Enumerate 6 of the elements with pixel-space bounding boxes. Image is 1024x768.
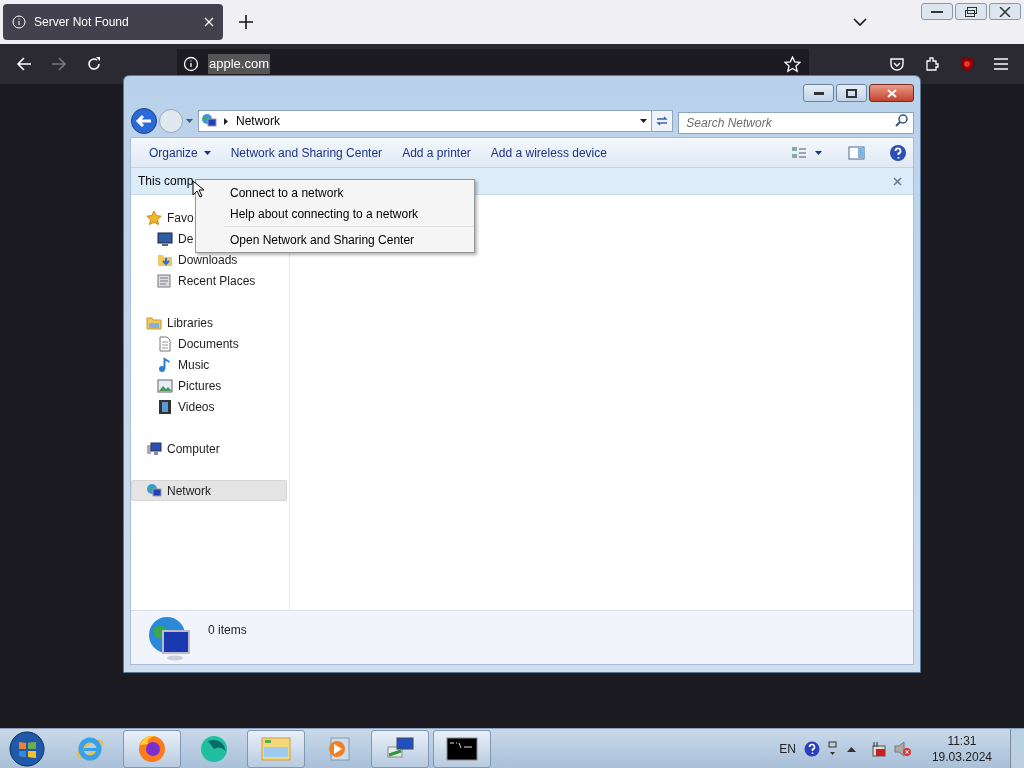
clock-date: 19.03.2024: [931, 748, 992, 765]
tab-title: Server Not Found: [34, 14, 130, 31]
item-count: 0 items: [208, 622, 247, 639]
info-bar-text: This comp: [138, 173, 194, 190]
url-text: apple.com: [208, 54, 270, 74]
clock-time: 11:31: [947, 732, 977, 749]
